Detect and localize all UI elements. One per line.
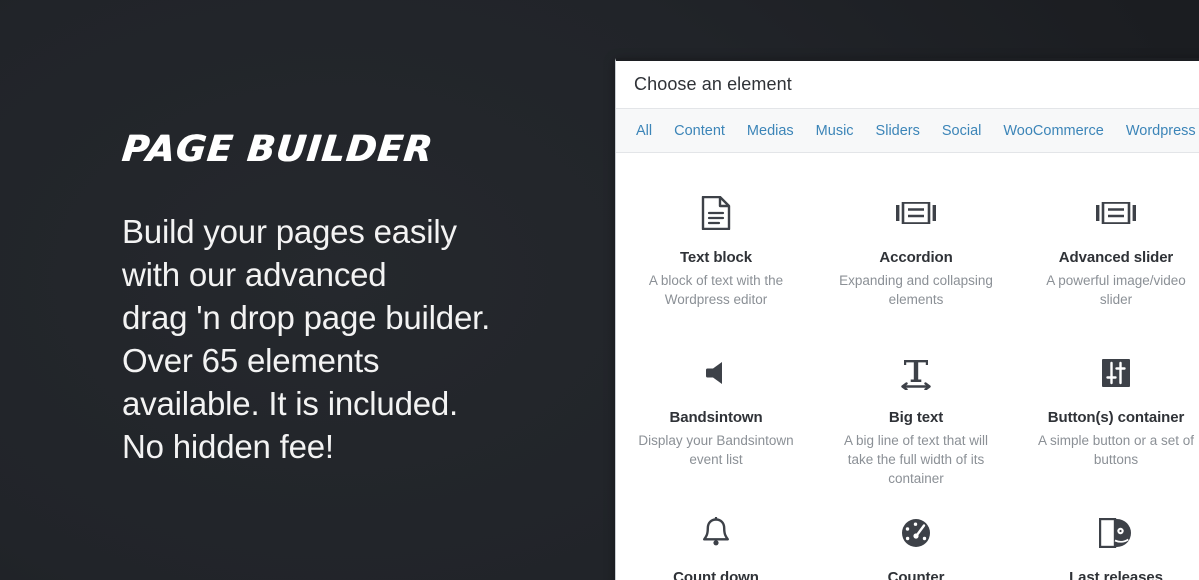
element-title: Big text [888,409,944,426]
slider-frame-icon [824,187,1008,239]
tab-medias[interactable]: Medias [747,123,794,139]
element-title: Advanced slider [1058,249,1174,266]
element-card[interactable]: Count downSee the seconds tick down [616,499,816,580]
category-tabs: All Content Medias Music Sliders Social WooCom… [616,109,1199,153]
tab-music[interactable]: Music [816,123,854,139]
element-card[interactable]: Big text A big line of text that will tak… [816,339,1016,499]
element-title: Count down [673,569,759,580]
speaker-icon [624,347,808,399]
modal-title: Choose an element [634,74,792,94]
element-card[interactable]: Button(s) container A simple button or a … [1016,339,1199,499]
vinyl-record-icon [1024,507,1199,559]
element-card[interactable]: CounterAnimated numerical data [816,499,1016,580]
element-title: Counter [887,569,945,580]
speedometer-icon [824,507,1008,559]
element-description: A simple button or a set of buttons [1037,433,1195,467]
element-description: A powerful image/video slider [1046,273,1186,307]
element-title: Accordion [879,249,953,266]
page-title: PAGE BUILDER [119,129,436,170]
element-title: Last releases [1069,569,1163,580]
tab-wordpress-widgets[interactable]: Wordpress Widgets [1126,123,1199,139]
element-title: Bandsintown [669,409,763,426]
element-description: Display your Bandsintown event list [638,433,794,467]
slider-frame-icon [1024,187,1199,239]
element-description: A block of text with the Wordpress edito… [648,273,784,307]
element-card[interactable]: Accordion Expanding and collapsing elemen… [816,179,1016,339]
element-description: A big line of text that will take the fu… [843,433,989,486]
element-card[interactable]: Advanced slider A powerful image/video sl… [1016,179,1199,339]
big-text-icon [824,347,1008,399]
element-card[interactable]: Last releasesDisplay your discography [1016,499,1199,580]
bell-icon [624,507,808,559]
tab-all[interactable]: All [636,123,652,139]
faders-icon [1024,347,1199,399]
tab-social[interactable]: Social [942,123,982,139]
promo-panel: PAGE BUILDER Build your pages easily wit… [0,0,615,580]
element-card[interactable]: Bandsintown Display your Bandsintown even… [616,339,816,499]
element-card[interactable]: Text block A block of text with the Wordp… [616,179,816,339]
element-title: Button(s) container [1047,409,1185,426]
tab-sliders[interactable]: Sliders [876,123,920,139]
document-icon [624,187,808,239]
element-picker-modal: Choose an element All Content Medias Music S… [615,58,1199,580]
element-description: Expanding and collapsing elements [839,273,993,307]
tab-woocommerce[interactable]: WooCommerce [1003,123,1103,139]
promo-description: Build your pages easily with our advance… [122,213,491,465]
modal-header: Choose an element [616,61,1199,109]
element-grid: Text block A block of text with the Wordp… [616,153,1199,580]
tab-content[interactable]: Content [674,123,725,139]
element-title: Text block [679,249,753,266]
